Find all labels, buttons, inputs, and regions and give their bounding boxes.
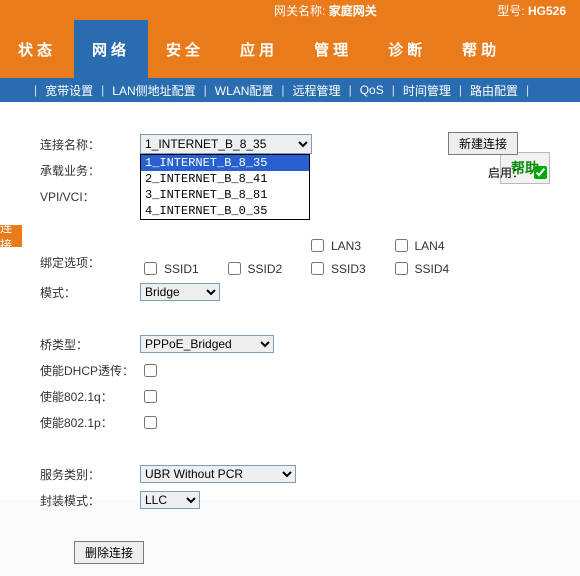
sub-tabs: | 宽带设置| LAN侧地址配置| WLAN配置| 远程管理| QoS| 时间管… (0, 78, 580, 102)
checkbox-ssid2[interactable] (228, 262, 241, 275)
tab-application[interactable]: 应用 (222, 20, 296, 78)
checkbox-ssid3[interactable] (311, 262, 324, 275)
tab-status[interactable]: 状态 (0, 20, 74, 78)
label-8021q: 使能802.1q： (40, 388, 140, 405)
label-enable: 启用： (488, 164, 524, 181)
label-mode: 模式： (40, 284, 140, 301)
model-value: HG526 (528, 4, 566, 18)
conn-option-4[interactable]: 4_INTERNET_B_0_35 (141, 203, 309, 219)
label-service: 承载业务： (40, 162, 140, 179)
main-tabs: 状态 网络 安全 应用 管理 诊断 帮助 (0, 20, 580, 78)
conn-option-1[interactable]: 1_INTERNET_B_8_35 (141, 155, 309, 171)
tab-management[interactable]: 管理 (296, 20, 370, 78)
label-bind-option: 绑定选项： (40, 254, 140, 271)
label-vpivci: VPI/VCI： (40, 188, 140, 205)
checkbox-enable[interactable] (534, 166, 547, 179)
tab-diagnostic[interactable]: 诊断 (370, 20, 444, 78)
subtab-remote[interactable]: 远程管理 (289, 82, 345, 99)
checkbox-8021p[interactable] (144, 416, 157, 429)
subtab-route[interactable]: 路由配置 (466, 82, 522, 99)
gateway-name-value: 家庭网关 (329, 4, 377, 18)
subtab-lan[interactable]: LAN侧地址配置 (108, 82, 199, 99)
checkbox-lan3[interactable] (311, 239, 324, 252)
gateway-name-label: 网关名称: (274, 4, 325, 18)
label-8021p: 使能802.1p： (40, 414, 140, 431)
bridge-type-select[interactable]: PPPoE_Bridged (140, 335, 274, 353)
label-dhcp: 使能DHCP透传： (40, 362, 140, 379)
connection-name-select[interactable]: 1_INTERNET_B_8_35 (140, 134, 312, 154)
tab-security[interactable]: 安全 (148, 20, 222, 78)
checkbox-ssid1[interactable] (144, 262, 157, 275)
subtab-broadband[interactable]: 宽带设置 (41, 82, 97, 99)
delete-connection-button[interactable]: 删除连接 (74, 541, 144, 564)
model-label: 型号: (497, 4, 524, 18)
checkbox-lan4[interactable] (395, 239, 408, 252)
conn-option-2[interactable]: 2_INTERNET_B_8_41 (141, 171, 309, 187)
tab-help[interactable]: 帮助 (444, 20, 518, 78)
subtab-wlan[interactable]: WLAN配置 (211, 82, 278, 99)
label-encap: 封装模式： (40, 492, 140, 509)
checkbox-ssid4[interactable] (395, 262, 408, 275)
tab-network[interactable]: 网络 (74, 20, 148, 78)
label-connection-name: 连接名称： (40, 136, 140, 153)
checkbox-dhcp[interactable] (144, 364, 157, 377)
checkbox-8021q[interactable] (144, 390, 157, 403)
mode-select[interactable]: Bridge (140, 283, 220, 301)
conn-option-3[interactable]: 3_INTERNET_B_8_81 (141, 187, 309, 203)
subtab-qos[interactable]: QoS (356, 83, 388, 97)
label-bridge-type: 桥类型： (40, 336, 140, 353)
subtab-time[interactable]: 时间管理 (399, 82, 455, 99)
label-service-type: 服务类别： (40, 466, 140, 483)
new-connection-button[interactable]: 新建连接 (448, 132, 518, 155)
connection-name-dropdown[interactable]: 1_INTERNET_B_8_35 2_INTERNET_B_8_41 3_IN… (140, 154, 310, 220)
service-type-select[interactable]: UBR Without PCR (140, 465, 296, 483)
encap-select[interactable]: LLC (140, 491, 200, 509)
